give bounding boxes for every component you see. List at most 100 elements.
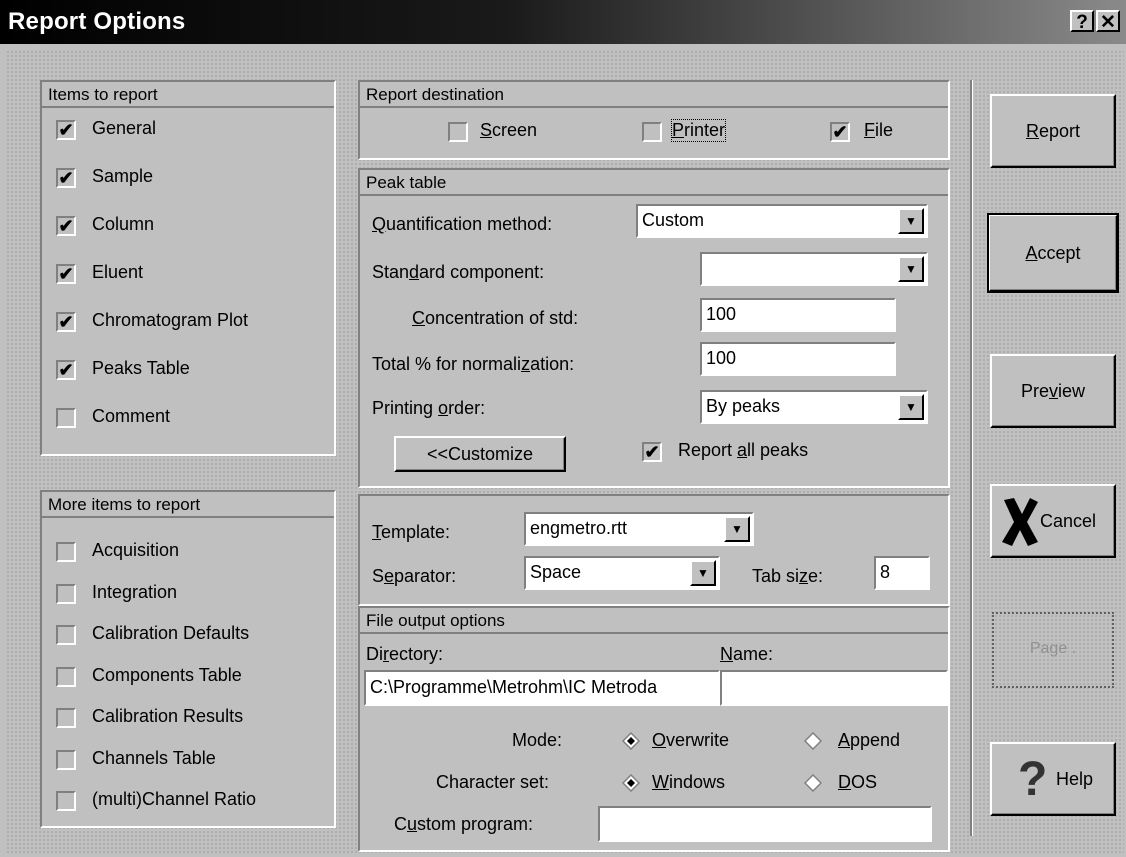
printing-order-value: By peaks <box>706 396 781 416</box>
items-to-report-group: Items to report ✔ General ✔ Sample ✔ Column ✔ E… <box>40 80 336 456</box>
chevron-down-icon[interactable]: ▼ <box>724 516 750 542</box>
more-item-checkbox[interactable] <box>56 542 76 562</box>
name-label: Name: <box>720 644 774 664</box>
concentration-input[interactable]: 100 <box>700 298 896 332</box>
chevron-down-icon[interactable]: ▼ <box>898 394 924 420</box>
more-item-label: Acquisition <box>92 540 180 560</box>
preview-button[interactable]: Preview <box>990 354 1116 428</box>
overwrite-radio[interactable] <box>621 731 641 751</box>
item-to-report-checkbox[interactable]: ✔ <box>56 264 76 284</box>
quant-method-dropdown[interactable]: Custom ▼ <box>636 204 928 238</box>
more-item-checkbox[interactable] <box>56 749 76 770</box>
charset-label: Character set: <box>436 772 550 792</box>
item-to-report-checkbox[interactable]: ✔ <box>56 312 76 332</box>
windows-label: Windows <box>652 772 726 792</box>
question-mark-icon: ? <box>1018 753 1048 806</box>
append-radio[interactable] <box>803 731 823 751</box>
more-item-label: Integration <box>92 581 178 602</box>
directory-input[interactable]: C:\Programme\Metrohm\IC Metroda <box>364 670 720 706</box>
item-to-report-label: Column <box>92 214 155 234</box>
directory-label: Directory: <box>366 644 444 664</box>
help-label: Help <box>1056 769 1094 789</box>
more-item-label: Calibration Results <box>92 706 244 726</box>
template-group: Template: engmetro.rtt ▼ Separator: Spac… <box>358 494 950 606</box>
screen-label: Screen <box>480 120 538 140</box>
std-component-dropdown[interactable]: ▼ <box>700 252 928 286</box>
template-value: engmetro.rtt <box>530 518 628 538</box>
printer-checkbox[interactable] <box>642 122 662 142</box>
vertical-divider <box>970 80 973 836</box>
cancel-label: Cancel <box>1040 511 1097 531</box>
file-output-group: File output options Directory: Name: C:\… <box>358 606 950 852</box>
printing-order-label: Printing order: <box>372 398 486 418</box>
separator-label: Separator: <box>372 566 457 586</box>
more-item-label: (multi)Channel Ratio <box>92 789 257 809</box>
item-to-report-checkbox[interactable]: ✔ <box>56 120 76 140</box>
customize-button[interactable]: <<Customize <box>394 436 566 472</box>
help-button[interactable]: ? Help <box>990 742 1116 816</box>
more-items-group: More items to report Acquisition Integrat… <box>40 490 336 828</box>
concentration-label: Concentration of std: <box>412 308 579 328</box>
more-item-label: Calibration Defaults <box>92 623 250 643</box>
tab-size-input[interactable]: 8 <box>874 556 930 590</box>
item-to-report-checkbox[interactable]: ✔ <box>56 216 76 236</box>
std-component-label: Standard component: <box>372 262 545 282</box>
chevron-down-icon[interactable]: ▼ <box>690 560 716 586</box>
windows-radio[interactable] <box>621 773 641 793</box>
more-item-label: Components Table <box>92 664 242 685</box>
more-item-checkbox[interactable] <box>56 666 76 687</box>
more-item-checkbox[interactable] <box>56 708 76 728</box>
page-button: Page . <box>992 612 1114 688</box>
mode-label: Mode: <box>512 730 563 750</box>
printing-order-dropdown[interactable]: By peaks ▼ <box>700 390 928 424</box>
accept-button[interactable]: Accept <box>987 213 1119 293</box>
item-to-report-checkbox[interactable]: ✔ <box>56 168 76 188</box>
report-all-peaks-checkbox[interactable]: ✔ <box>642 442 662 462</box>
more-item-label: Channels Table <box>92 747 216 768</box>
custom-program-input[interactable] <box>598 806 932 842</box>
quant-method-label: Quantification method: <box>372 214 553 234</box>
item-to-report-label: Eluent <box>92 262 144 282</box>
overwrite-label: Overwrite <box>652 730 730 750</box>
append-label: Append <box>838 730 901 750</box>
window-title: Report Options <box>8 8 186 35</box>
template-label: Template: <box>372 522 451 542</box>
close-icon[interactable]: ✕ <box>1096 10 1120 33</box>
printer-label: Printer <box>670 119 727 142</box>
name-input[interactable] <box>720 670 948 706</box>
item-to-report-label: General <box>92 118 157 138</box>
screen-checkbox[interactable] <box>448 122 468 142</box>
quant-method-value: Custom <box>642 210 705 230</box>
peak-table-header: Peak table <box>360 170 948 196</box>
item-to-report-checkbox[interactable]: ✔ <box>56 360 76 380</box>
template-dropdown[interactable]: engmetro.rtt ▼ <box>524 512 754 546</box>
chevron-down-icon[interactable]: ▼ <box>898 208 924 234</box>
custom-program-label: Custom program: <box>394 814 534 834</box>
more-item-checkbox[interactable] <box>56 625 76 645</box>
file-output-header: File output options <box>360 608 948 634</box>
cancel-button[interactable]: Cancel <box>990 484 1116 558</box>
separator-dropdown[interactable]: Space ▼ <box>524 556 720 590</box>
dos-radio[interactable] <box>803 773 823 793</box>
total-normalization-input[interactable]: 100 <box>700 342 896 376</box>
help-title-button[interactable]: ? <box>1070 10 1094 33</box>
items-to-report-header: Items to report <box>42 82 334 108</box>
report-destination-group: Report destination Screen Printer ✔ File <box>358 80 950 160</box>
file-label: File <box>864 120 894 140</box>
item-to-report-checkbox[interactable] <box>56 408 76 428</box>
tab-size-label: Tab size: <box>752 566 824 586</box>
total-normalization-label: Total % for normalization: <box>372 354 575 374</box>
item-to-report-label: Chromatogram Plot <box>92 310 249 330</box>
file-checkbox[interactable]: ✔ <box>830 122 850 142</box>
report-button[interactable]: Report <box>990 94 1116 168</box>
item-to-report-label: Peaks Table <box>92 358 190 378</box>
report-all-peaks-label: Report all peaks <box>678 440 809 460</box>
cancel-x-icon <box>1000 494 1040 579</box>
item-to-report-label: Sample <box>92 166 154 186</box>
more-item-checkbox[interactable] <box>56 791 76 811</box>
separator-value: Space <box>530 562 582 582</box>
more-item-checkbox[interactable] <box>56 583 76 604</box>
more-items-header: More items to report <box>42 492 334 518</box>
report-destination-header: Report destination <box>360 82 948 108</box>
chevron-down-icon[interactable]: ▼ <box>898 256 924 282</box>
